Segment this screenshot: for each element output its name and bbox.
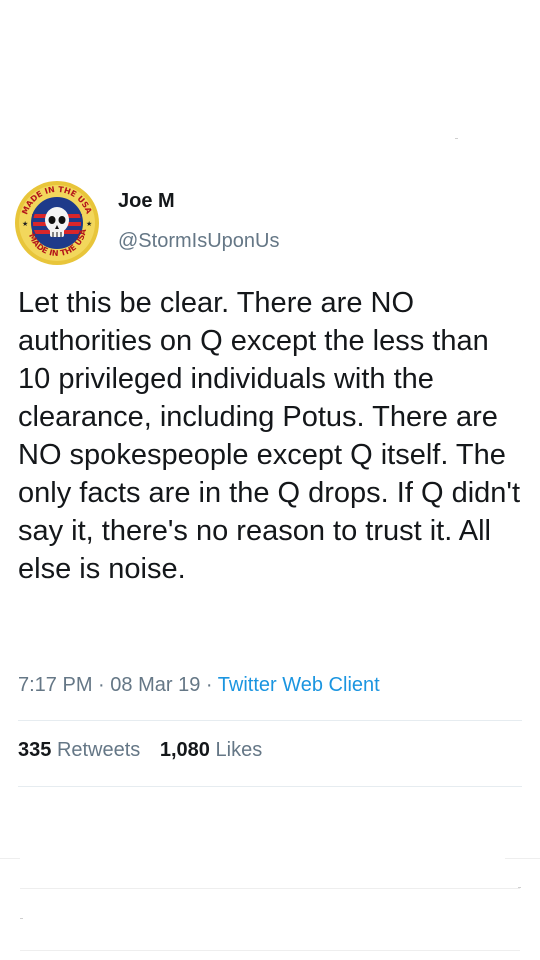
likes-count: 1,080: [159, 739, 210, 761]
likes-label: Likes: [215, 739, 263, 761]
faint-line: [505, 858, 540, 859]
tweet-card: MADE IN THE USA MADE IN THE USA ★ ★ Joe …: [0, 0, 540, 960]
speck: [455, 138, 458, 139]
avatar[interactable]: MADE IN THE USA MADE IN THE USA ★ ★: [14, 180, 100, 266]
svg-text:★: ★: [22, 220, 28, 228]
retweets-label: Retweets: [56, 739, 141, 761]
tweet-date[interactable]: 08 Mar 19: [110, 674, 200, 696]
divider: [18, 720, 522, 721]
author-handle[interactable]: @StormIsUponUs: [118, 230, 279, 253]
meta-separator: ·: [205, 674, 213, 696]
speck: [20, 918, 23, 919]
tweet-client-link[interactable]: Twitter Web Client: [218, 674, 380, 696]
retweets-count: 335: [18, 739, 52, 761]
meta-separator: ·: [98, 674, 105, 696]
faint-line: [0, 858, 20, 859]
tweet-stats: 335 Retweets 1,080 Likes: [18, 739, 276, 762]
retweets-stat[interactable]: 335 Retweets: [18, 739, 140, 762]
tweet-text: Let this be clear. There are NO authorit…: [18, 287, 521, 585]
faint-line: [20, 888, 520, 889]
faint-line: [20, 950, 520, 951]
divider: [18, 786, 522, 787]
speck: [518, 887, 521, 888]
author-name[interactable]: Joe M: [118, 190, 175, 213]
tweet-time[interactable]: 7:17 PM: [18, 674, 92, 696]
svg-text:★: ★: [86, 220, 92, 228]
made-in-usa-skull-badge-icon: MADE IN THE USA MADE IN THE USA ★ ★: [15, 181, 99, 265]
likes-stat[interactable]: 1,080 Likes: [160, 739, 262, 762]
tweet-meta: 7:17 PM · 08 Mar 19 · Twitter Web Client: [18, 674, 380, 697]
